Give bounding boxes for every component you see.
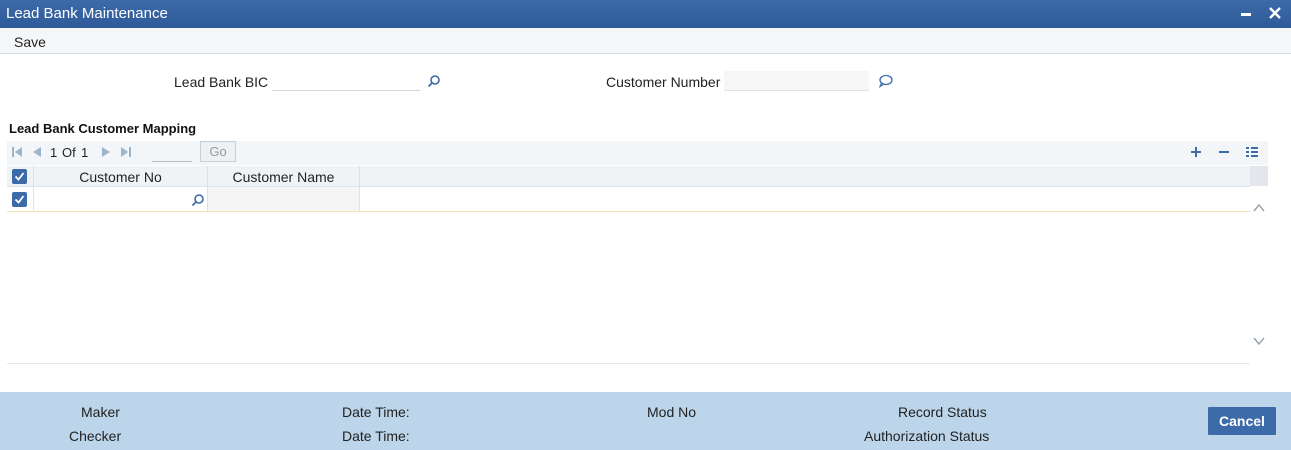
header-customer-name[interactable]: Customer Name	[208, 166, 360, 186]
search-icon[interactable]	[427, 74, 443, 90]
row-checkbox[interactable]	[12, 192, 27, 207]
grid-header-row: Customer No Customer Name	[7, 166, 1250, 187]
maker-date-time-label: Date Time:	[342, 404, 410, 420]
prev-page-icon[interactable]	[31, 146, 43, 158]
column-list-icon[interactable]	[1244, 144, 1260, 160]
checker-label: Checker	[69, 428, 122, 444]
row-select-cell	[7, 187, 34, 211]
next-page-icon[interactable]	[100, 146, 112, 158]
save-button[interactable]: Save	[14, 34, 46, 50]
scroll-up-icon[interactable]	[1252, 201, 1268, 217]
delete-row-icon[interactable]	[1216, 144, 1232, 160]
section-title: Lead Bank Customer Mapping	[9, 121, 197, 136]
add-row-icon[interactable]	[1188, 144, 1204, 160]
lead-bank-bic-input[interactable]	[272, 71, 420, 91]
row-customer-name-cell	[208, 187, 360, 211]
chat-icon[interactable]	[878, 74, 894, 90]
scroll-down-icon[interactable]	[1252, 334, 1268, 350]
window-title: Lead Bank Maintenance	[6, 5, 168, 22]
scrollbar-thumb[interactable]	[1250, 166, 1268, 186]
grid-toolbar: 1 Of 1 Go	[7, 141, 1268, 165]
close-icon[interactable]	[1266, 4, 1284, 22]
column-header-customer-no: Customer No	[79, 169, 162, 185]
menu-bar: Save	[0, 28, 1291, 54]
page-total: 1	[81, 145, 89, 160]
table-row	[7, 187, 1250, 212]
header-customer-no[interactable]: Customer No	[34, 166, 208, 186]
select-all-checkbox[interactable]	[12, 169, 27, 184]
customer-number-label: Customer Number	[606, 74, 721, 90]
search-icon[interactable]	[191, 193, 207, 209]
grid-scrollbar[interactable]	[1250, 166, 1268, 364]
page-number-input[interactable]	[152, 143, 192, 162]
checker-date-time-label: Date Time:	[342, 428, 410, 444]
page-current: 1	[50, 145, 58, 160]
audit-footer: Maker Checker Date Time: Date Time: Mod …	[0, 392, 1291, 450]
lead-bank-bic-label: Lead Bank BIC	[174, 74, 269, 90]
customer-no-input[interactable]	[36, 190, 186, 208]
first-page-icon[interactable]	[11, 146, 23, 158]
minimize-icon[interactable]	[1237, 4, 1255, 22]
header-select-cell	[7, 166, 34, 186]
window-titlebar: Lead Bank Maintenance	[0, 0, 1291, 28]
page-of-label: Of	[62, 145, 76, 160]
authorization-status-label: Authorization Status	[864, 428, 990, 444]
customer-number-input[interactable]	[724, 71, 869, 91]
record-status-label: Record Status	[898, 404, 987, 420]
go-button[interactable]: Go	[200, 141, 236, 162]
row-customer-no-cell	[34, 187, 208, 211]
column-header-customer-name: Customer Name	[232, 169, 335, 185]
mod-no-label: Mod No	[647, 404, 697, 420]
cancel-button[interactable]: Cancel	[1208, 407, 1276, 435]
customer-mapping-grid: Customer No Customer Name	[7, 166, 1268, 364]
maker-label: Maker	[81, 404, 120, 420]
last-page-icon[interactable]	[120, 146, 132, 158]
